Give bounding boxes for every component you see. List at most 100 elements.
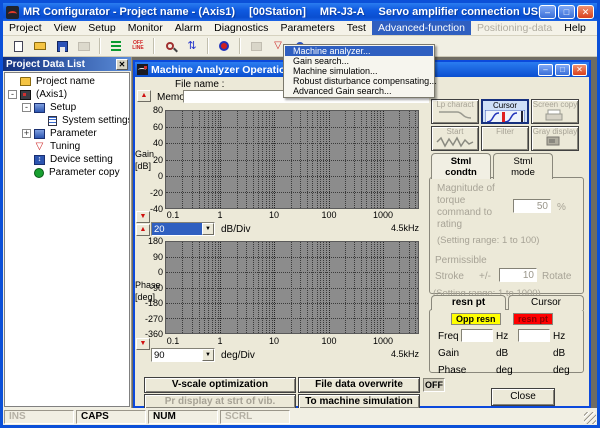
tree-item-label: Device setting xyxy=(48,154,115,165)
menu-alarm[interactable]: Alarm xyxy=(169,21,208,35)
save-icon xyxy=(57,41,68,52)
screen-copy-button[interactable]: Screen copy xyxy=(531,99,579,124)
gain-scale-up-button[interactable]: ▲ xyxy=(136,224,150,236)
x-tick-label: 100 xyxy=(321,336,336,346)
tab-stml-condtn[interactable]: Stml condtn xyxy=(431,153,491,179)
filter-button[interactable]: Filter xyxy=(481,126,529,151)
lp-charact-button[interactable]: Lp charact xyxy=(431,99,479,124)
gain-scale-select[interactable]: 20▼ xyxy=(151,222,215,236)
gain-plot xyxy=(165,110,419,209)
freq-value-input-1[interactable] xyxy=(461,329,493,342)
menu-diagnostics[interactable]: Diagnostics xyxy=(208,21,274,35)
graph-button[interactable] xyxy=(246,37,266,55)
save-button[interactable] xyxy=(52,37,72,55)
menu-setup[interactable]: Setup xyxy=(82,21,121,35)
cursor-button[interactable]: Cursor xyxy=(481,99,529,124)
gray-display-button[interactable]: Gray display xyxy=(531,126,579,151)
y-tick-label: 0 xyxy=(137,171,163,181)
menu-monitor[interactable]: Monitor xyxy=(122,21,169,35)
menu-item-machine-simulation[interactable]: Machine simulation... xyxy=(285,66,433,76)
title-segment: Servo amplifier connection USB xyxy=(379,6,539,18)
menu-item-robust-disturbance-compensating[interactable]: Robust disturbance compensating... xyxy=(285,76,433,86)
menu-bar: ProjectViewSetupMonitorAlarmDiagnosticsP… xyxy=(3,21,597,36)
menu-advanced-function[interactable]: Advanced-function xyxy=(372,21,471,35)
tree-item-parameter[interactable]: +Parameter xyxy=(5,127,129,140)
phase-scale-select[interactable]: 90▼ xyxy=(151,348,215,362)
dialog-minimize-button[interactable]: – xyxy=(538,64,553,76)
tree-item-tuning[interactable]: ▽Tuning xyxy=(5,140,129,153)
x-tick-label: 1 xyxy=(217,210,222,220)
menu-view[interactable]: View xyxy=(48,21,83,35)
permissible-stroke-input[interactable] xyxy=(499,268,537,282)
to-machine-simulation-button[interactable]: To machine simulation xyxy=(298,394,420,409)
analyzer-icon xyxy=(137,64,148,75)
offline-button[interactable]: OFF LINE xyxy=(128,37,148,55)
magnitude-range-label: (Setting range: 1 to 100) xyxy=(437,235,539,246)
zoom-icon xyxy=(166,42,174,50)
menu-item-advanced-gain-search[interactable]: Advanced Gain search... xyxy=(285,86,433,96)
zoom-button[interactable] xyxy=(160,37,180,55)
file-data-overwrite-button[interactable]: File data overwrite xyxy=(298,377,420,393)
v-scale-optimization-button[interactable]: V-scale optimization xyxy=(144,377,296,393)
menu-positioning-data[interactable]: Positioning-data xyxy=(471,21,558,35)
maximize-button[interactable]: □ xyxy=(558,5,575,19)
menu-test[interactable]: Test xyxy=(341,21,372,35)
copy-icon xyxy=(34,168,44,178)
y-tick-label: 60 xyxy=(137,122,163,132)
parameter-setting-button[interactable]: ⇅ xyxy=(182,37,202,55)
tree-item-project-name[interactable]: Project name xyxy=(5,75,129,88)
dialog-maximize-button[interactable]: □ xyxy=(555,64,570,76)
file-name-label: File name : xyxy=(175,79,224,90)
gain-unit-label: dB xyxy=(553,348,565,359)
gain-scale-down-button[interactable]: ▼ xyxy=(136,211,150,223)
freq-value-input-2[interactable] xyxy=(518,329,550,342)
minimize-button[interactable]: – xyxy=(539,5,556,19)
x-tick-label: 10 xyxy=(269,210,279,220)
tree-item-label: Setup xyxy=(48,102,78,113)
project-data-list-panel: Project Data List ✕ Project name-(Axis1)… xyxy=(3,57,132,408)
cursor-curve-icon xyxy=(483,110,527,124)
tab-stml-mode[interactable]: Stml mode xyxy=(493,153,553,179)
menu-parameters[interactable]: Parameters xyxy=(274,21,340,35)
print-icon xyxy=(78,42,90,51)
tree-item-parameter-copy[interactable]: Parameter copy xyxy=(5,166,129,179)
expand-icon[interactable]: + xyxy=(22,129,31,138)
tree-item-setup[interactable]: - Setup xyxy=(5,101,129,114)
menu-project[interactable]: Project xyxy=(3,21,48,35)
memo-set-button[interactable]: ▲ xyxy=(137,90,151,102)
gain-axis-unit: [dB] xyxy=(135,161,163,171)
chevron-down-icon[interactable]: ▼ xyxy=(202,349,214,361)
collapse-icon[interactable]: - xyxy=(22,103,31,112)
y-tick-label: 80 xyxy=(137,105,163,115)
torque-magnitude-input[interactable] xyxy=(513,199,551,213)
pr-display-button[interactable]: Pr display at strt of vib. xyxy=(144,394,296,409)
close-button[interactable]: ✕ xyxy=(577,5,594,19)
new-file-button[interactable] xyxy=(8,37,28,55)
phase-row-label: Phase xyxy=(438,365,466,376)
open-file-button[interactable] xyxy=(30,37,50,55)
freq-unit-label: Hz xyxy=(496,331,508,342)
tree-item-axis1[interactable]: -(Axis1) xyxy=(5,88,129,101)
y-tick-label: 90 xyxy=(137,252,163,262)
tree-item-system-settings[interactable]: System settings xyxy=(5,114,129,127)
chevron-down-icon[interactable]: ▼ xyxy=(202,223,214,235)
menu-item-gain-search[interactable]: Gain search... xyxy=(285,56,433,66)
collapse-icon[interactable]: - xyxy=(8,90,17,99)
tree-item-device-setting[interactable]: ↕Device setting xyxy=(5,153,129,166)
alarm-display-button[interactable] xyxy=(214,37,234,55)
tuning-icon: ▽ xyxy=(34,142,45,152)
dialog-close-icon[interactable]: ✕ xyxy=(572,64,587,76)
menu-item-machine-analyzer[interactable]: Machine analyzer... xyxy=(285,46,433,56)
project-tree-button[interactable] xyxy=(106,37,126,55)
resize-grip[interactable] xyxy=(584,412,596,424)
panel-close-icon[interactable]: ✕ xyxy=(116,59,128,70)
x-tick-label: 1000 xyxy=(373,336,393,346)
close-dialog-button[interactable]: Close xyxy=(491,388,555,406)
status-caps: CAPS xyxy=(76,410,146,424)
start-button[interactable]: Start xyxy=(431,126,479,151)
menu-help[interactable]: Help xyxy=(558,21,592,35)
tab-resn-pt[interactable]: resn pt xyxy=(431,295,506,310)
print-button[interactable] xyxy=(74,37,94,55)
tab-cursor[interactable]: Cursor xyxy=(508,295,584,310)
phase-scale-down-button[interactable]: ▼ xyxy=(136,338,150,350)
